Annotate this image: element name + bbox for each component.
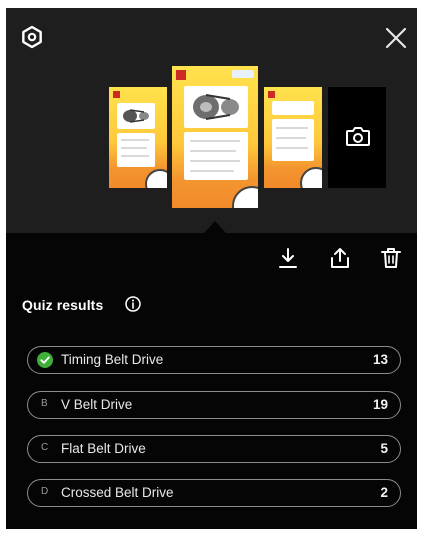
slide-logo	[268, 91, 275, 98]
option-count: 5	[380, 441, 388, 456]
slide-text-line	[276, 137, 306, 139]
option-count: 19	[372, 397, 388, 412]
answer-option[interactable]: D Crossed Belt Drive 2	[27, 479, 401, 507]
settings-icon[interactable]	[20, 25, 44, 49]
answer-option[interactable]: Timing Belt Drive 13	[27, 346, 401, 374]
belt-image	[193, 94, 239, 120]
slide-decoration	[300, 167, 322, 188]
slide-preview-area	[6, 8, 417, 233]
slide-text-line	[190, 150, 236, 152]
option-label: V Belt Drive	[61, 397, 133, 412]
slide-text-line	[190, 160, 240, 162]
quiz-results-panel: Quiz results Timing Belt Drive 13 B V Be…	[6, 8, 417, 529]
option-label: Crossed Belt Drive	[61, 485, 174, 500]
close-icon[interactable]	[383, 25, 409, 51]
option-count: 13	[372, 352, 388, 367]
slide-logo	[176, 70, 186, 80]
download-icon[interactable]	[276, 246, 300, 270]
answer-option[interactable]: B V Belt Drive 19	[27, 391, 401, 419]
slide-text-line	[190, 170, 234, 172]
belt-image	[123, 109, 149, 123]
slide-decoration	[232, 186, 258, 208]
quiz-results-title: Quiz results	[22, 297, 104, 313]
option-label: Timing Belt Drive	[61, 352, 164, 367]
slide-text-line	[121, 147, 147, 149]
slide-text-line	[121, 155, 149, 157]
slide-text-line	[276, 147, 308, 149]
option-letter: B	[41, 398, 48, 409]
slide-text-line	[121, 139, 149, 141]
trash-icon[interactable]	[379, 246, 403, 270]
camera-icon[interactable]	[345, 124, 371, 148]
share-icon[interactable]	[328, 246, 352, 270]
slide-header-card	[272, 101, 314, 115]
slide-text-line	[276, 127, 308, 129]
slide-badge	[232, 70, 254, 78]
slide-options-card	[272, 119, 314, 161]
slide-decoration	[145, 169, 167, 188]
info-icon[interactable]	[124, 295, 142, 313]
slide-text-line	[190, 140, 240, 142]
option-letter: D	[41, 486, 49, 497]
slide-thumbnail-1[interactable]	[109, 87, 167, 188]
correct-check-icon	[37, 352, 53, 368]
option-count: 2	[380, 485, 388, 500]
option-label: Flat Belt Drive	[61, 441, 146, 456]
answer-option[interactable]: C Flat Belt Drive 5	[27, 435, 401, 463]
selection-pointer	[204, 221, 226, 233]
slide-logo	[113, 91, 120, 98]
option-letter: C	[41, 442, 49, 453]
add-photo-tile[interactable]	[328, 87, 386, 188]
slide-thumbnail-2[interactable]	[172, 66, 258, 208]
slide-thumbnail-3[interactable]	[264, 87, 322, 188]
